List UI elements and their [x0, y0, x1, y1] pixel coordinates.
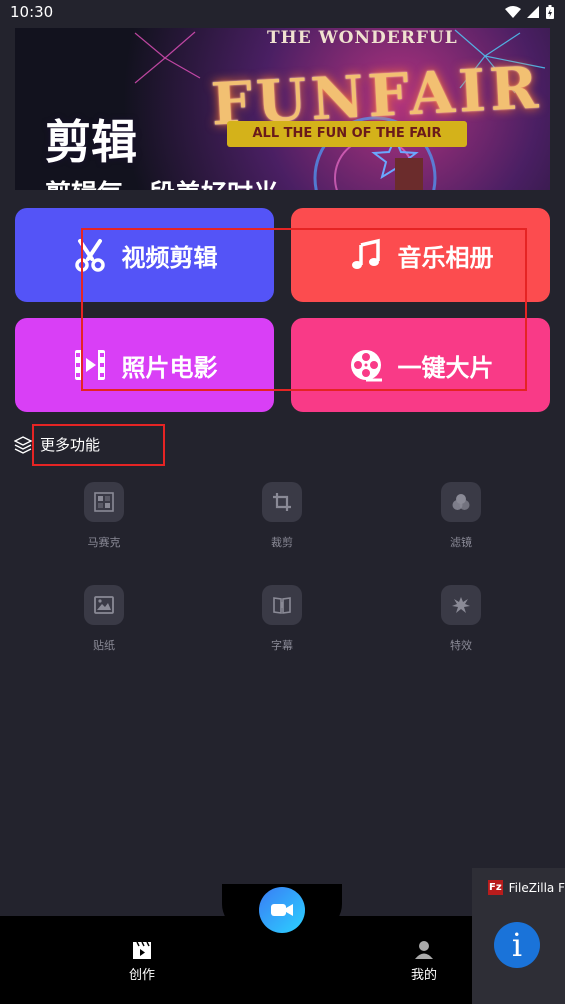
effects-icon — [441, 585, 481, 625]
video-camera-icon — [271, 904, 293, 916]
sticker-icon — [84, 585, 124, 625]
banner-fair-top-text: THE WONDERFUL — [267, 28, 458, 48]
filter-icon — [441, 482, 481, 522]
status-icons — [505, 4, 555, 20]
tool-filter-label: 滤镜 — [450, 536, 472, 549]
info-icon: i — [494, 922, 540, 968]
mosaic-icon — [84, 482, 124, 522]
tool-effects-label: 特效 — [450, 639, 472, 652]
clapperboard-icon — [133, 941, 151, 959]
crop-icon — [262, 482, 302, 522]
tool-mosaic-label: 马赛克 — [87, 536, 121, 549]
tool-sticker[interactable]: 贴纸 — [54, 585, 154, 653]
nav-mine[interactable]: 我的 — [394, 940, 454, 983]
signal-icon — [527, 5, 539, 18]
tool-crop-label: 裁剪 — [271, 536, 293, 549]
status-time: 10:30 — [10, 3, 54, 21]
record-button[interactable] — [259, 887, 305, 933]
tool-filter[interactable]: 滤镜 — [411, 482, 511, 550]
tool-crop[interactable]: 裁剪 — [232, 482, 332, 550]
banner-title: 剪辑 — [45, 115, 137, 169]
filezilla-logo-icon: Fz — [488, 880, 503, 895]
banner-fair-ribbon: ALL THE FUN OF THE FAIR — [227, 121, 467, 147]
tool-subtitle[interactable]: 字幕 — [232, 585, 332, 653]
banner-subtitle: 剪辑每一段美好时光 — [45, 174, 279, 190]
tool-effects[interactable]: 特效 — [411, 585, 511, 653]
person-icon — [415, 941, 433, 959]
nav-mine-label: 我的 — [410, 968, 437, 983]
more-features-header[interactable]: 更多功能 — [14, 434, 100, 455]
wifi-icon — [505, 5, 521, 18]
status-bar: 10:30 — [0, 0, 565, 24]
tool-sticker-label: 贴纸 — [93, 639, 115, 652]
nav-create-label: 创作 — [128, 968, 155, 983]
filezilla-notification[interactable]: Fz FileZilla F i — [472, 868, 565, 1004]
banner[interactable]: THE WONDERFUL FUNFAIR ALL THE FUN OF THE… — [15, 28, 550, 190]
tool-subtitle-label: 字幕 — [271, 639, 293, 652]
filezilla-title: FileZilla F — [508, 880, 565, 895]
nav-create[interactable]: 创作 — [112, 940, 172, 983]
highlight-box-cards — [81, 228, 527, 391]
subtitle-icon — [262, 585, 302, 625]
battery-icon — [546, 4, 554, 19]
tool-mosaic[interactable]: 马赛克 — [54, 482, 154, 550]
layers-icon — [14, 435, 32, 454]
more-features-label: 更多功能 — [40, 436, 101, 454]
filezilla-header: Fz FileZilla F — [472, 868, 565, 895]
